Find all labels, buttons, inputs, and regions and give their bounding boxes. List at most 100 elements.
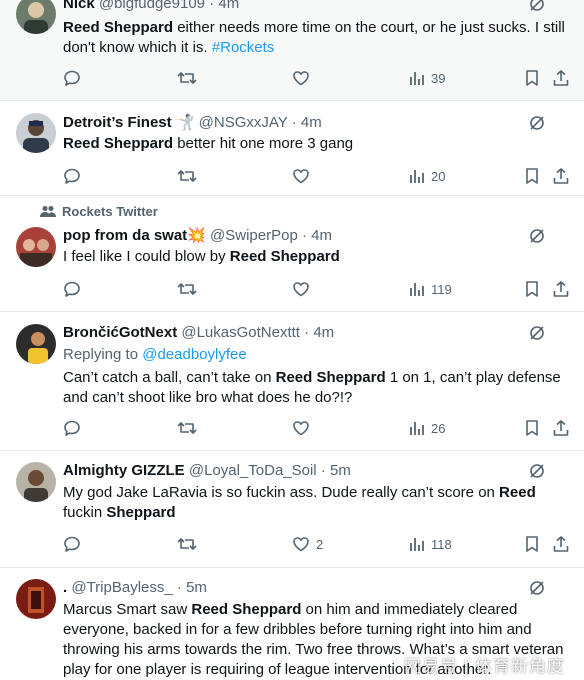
reply-button[interactable] [63,418,81,438]
display-name[interactable]: pop from da swat💥 [63,227,206,244]
avatar[interactable] [16,227,56,267]
like-button[interactable] [292,166,310,186]
tweet-3[interactable]: Rockets Twitter pop from da swat💥 @Swipe… [0,197,584,312]
display-name[interactable]: . [63,579,67,596]
action-bar: 39 [0,68,584,88]
text-segment: Can’t catch a ball, can’t take on [63,369,276,386]
like-button[interactable] [292,418,310,438]
like-button[interactable]: 2 [292,534,323,554]
tweet-5[interactable]: Almighty GIZZLE @Loyal_ToDa_Soil · 5m My… [0,452,584,568]
separator: · [320,462,326,479]
retweet-button[interactable] [177,534,197,554]
tweet-1[interactable]: Nick @bigfudge9109 · 4m Reed Sheppard ei… [0,0,584,101]
views-count: 20 [431,168,446,184]
reply-button[interactable] [63,166,81,186]
display-name[interactable]: Almighty GIZZLE [63,462,185,479]
bookmark-button[interactable] [524,279,540,299]
timestamp[interactable]: 5m [330,462,351,479]
watermark: 网易号 | 体育新角度 [404,657,565,676]
timestamp[interactable]: 4m [311,227,332,244]
views-count: 118 [431,536,452,552]
text-segment: Marcus Smart saw [63,601,192,618]
avatar[interactable] [16,324,56,364]
heart-icon [292,69,310,87]
share-button[interactable] [552,68,570,88]
reply-icon [63,280,81,298]
tweet-4[interactable]: BrončićGotNext @LukasGotNexttt · 4m Repl… [0,313,584,451]
bookmark-button[interactable] [524,166,540,186]
heart-icon [292,280,310,298]
views-button[interactable]: 20 [409,166,445,186]
bookmark-button[interactable] [524,534,540,554]
retweet-button[interactable] [177,418,197,438]
bookmark-button[interactable] [524,418,540,438]
views-button[interactable]: 39 [409,68,445,88]
retweet-button[interactable] [177,279,197,299]
share-button[interactable] [552,166,570,186]
grok-icon[interactable] [528,227,546,245]
share-icon [552,419,570,437]
highlight: Reed Sheppard [191,601,302,618]
share-button[interactable] [552,534,570,554]
reply-icon [63,69,81,87]
reply-button[interactable] [63,534,81,554]
grok-icon[interactable] [528,579,546,597]
grok-icon[interactable] [528,324,546,342]
views-icon [409,420,425,436]
display-name[interactable]: BrončićGotNext [63,324,177,341]
user-handle[interactable]: @SwiperPop [210,227,298,244]
timestamp[interactable]: 4m [313,324,334,341]
timestamp[interactable]: 5m [186,579,207,596]
mention-link[interactable]: @deadboylyfee [142,346,246,363]
reply-icon [63,167,81,185]
grok-icon[interactable] [528,0,546,13]
like-button[interactable] [292,279,310,299]
retweet-icon [177,280,197,298]
highlight: Reed Sheppard [275,369,386,386]
bookmark-button[interactable] [524,68,540,88]
user-handle[interactable]: @Loyal_ToDa_Soil [189,462,317,479]
avatar[interactable] [16,113,56,153]
views-icon [409,281,425,297]
reply-button[interactable] [63,68,81,88]
text-segment: fuckin [63,504,107,521]
timestamp[interactable]: 4m [218,0,239,12]
share-button[interactable] [552,418,570,438]
avatar[interactable] [16,462,56,502]
hashtag-link[interactable]: #Rockets [212,39,275,56]
views-count: 26 [431,420,446,436]
grok-icon[interactable] [528,462,546,480]
action-bar: 26 [0,418,584,438]
user-handle[interactable]: @TripBayless_ [71,579,172,596]
display-name[interactable]: Detroit’s Finest 🤺 [63,114,194,131]
retweet-button[interactable] [177,166,197,186]
community-icon [40,205,56,222]
views-button[interactable]: 26 [409,418,445,438]
user-handle[interactable]: @NSGxxJAY [199,114,288,131]
views-icon [409,536,425,552]
replying-to-line: Replying to @deadboylyfee [63,345,572,365]
share-icon [552,535,570,553]
avatar[interactable] [16,579,56,619]
retweet-button[interactable] [177,68,197,88]
heart-icon [292,419,310,437]
like-button[interactable] [292,68,310,88]
tweet-text: Can’t catch a ball, can’t take on Reed S… [63,368,572,408]
community-name: Rockets Twitter [62,204,158,219]
share-button[interactable] [552,279,570,299]
user-handle[interactable]: @LukasGotNexttt [181,324,300,341]
timestamp[interactable]: 4m [301,114,322,131]
tweet-2[interactable]: Detroit’s Finest 🤺 @NSGxxJAY · 4m Reed S… [0,101,584,196]
views-button[interactable]: 119 [409,279,452,299]
views-button[interactable]: 118 [409,534,452,554]
bookmark-icon [524,167,540,185]
highlight: Reed Sheppard [63,135,174,152]
views-icon [409,70,425,86]
display-name[interactable]: Nick [63,0,95,12]
social-context[interactable]: Rockets Twitter [40,204,158,222]
reply-button[interactable] [63,279,81,299]
user-handle[interactable]: @bigfudge9109 [99,0,205,12]
grok-icon[interactable] [528,114,546,132]
avatar[interactable] [16,0,56,34]
tweet-header: pop from da swat💥 @SwiperPop · 4m [63,226,528,246]
